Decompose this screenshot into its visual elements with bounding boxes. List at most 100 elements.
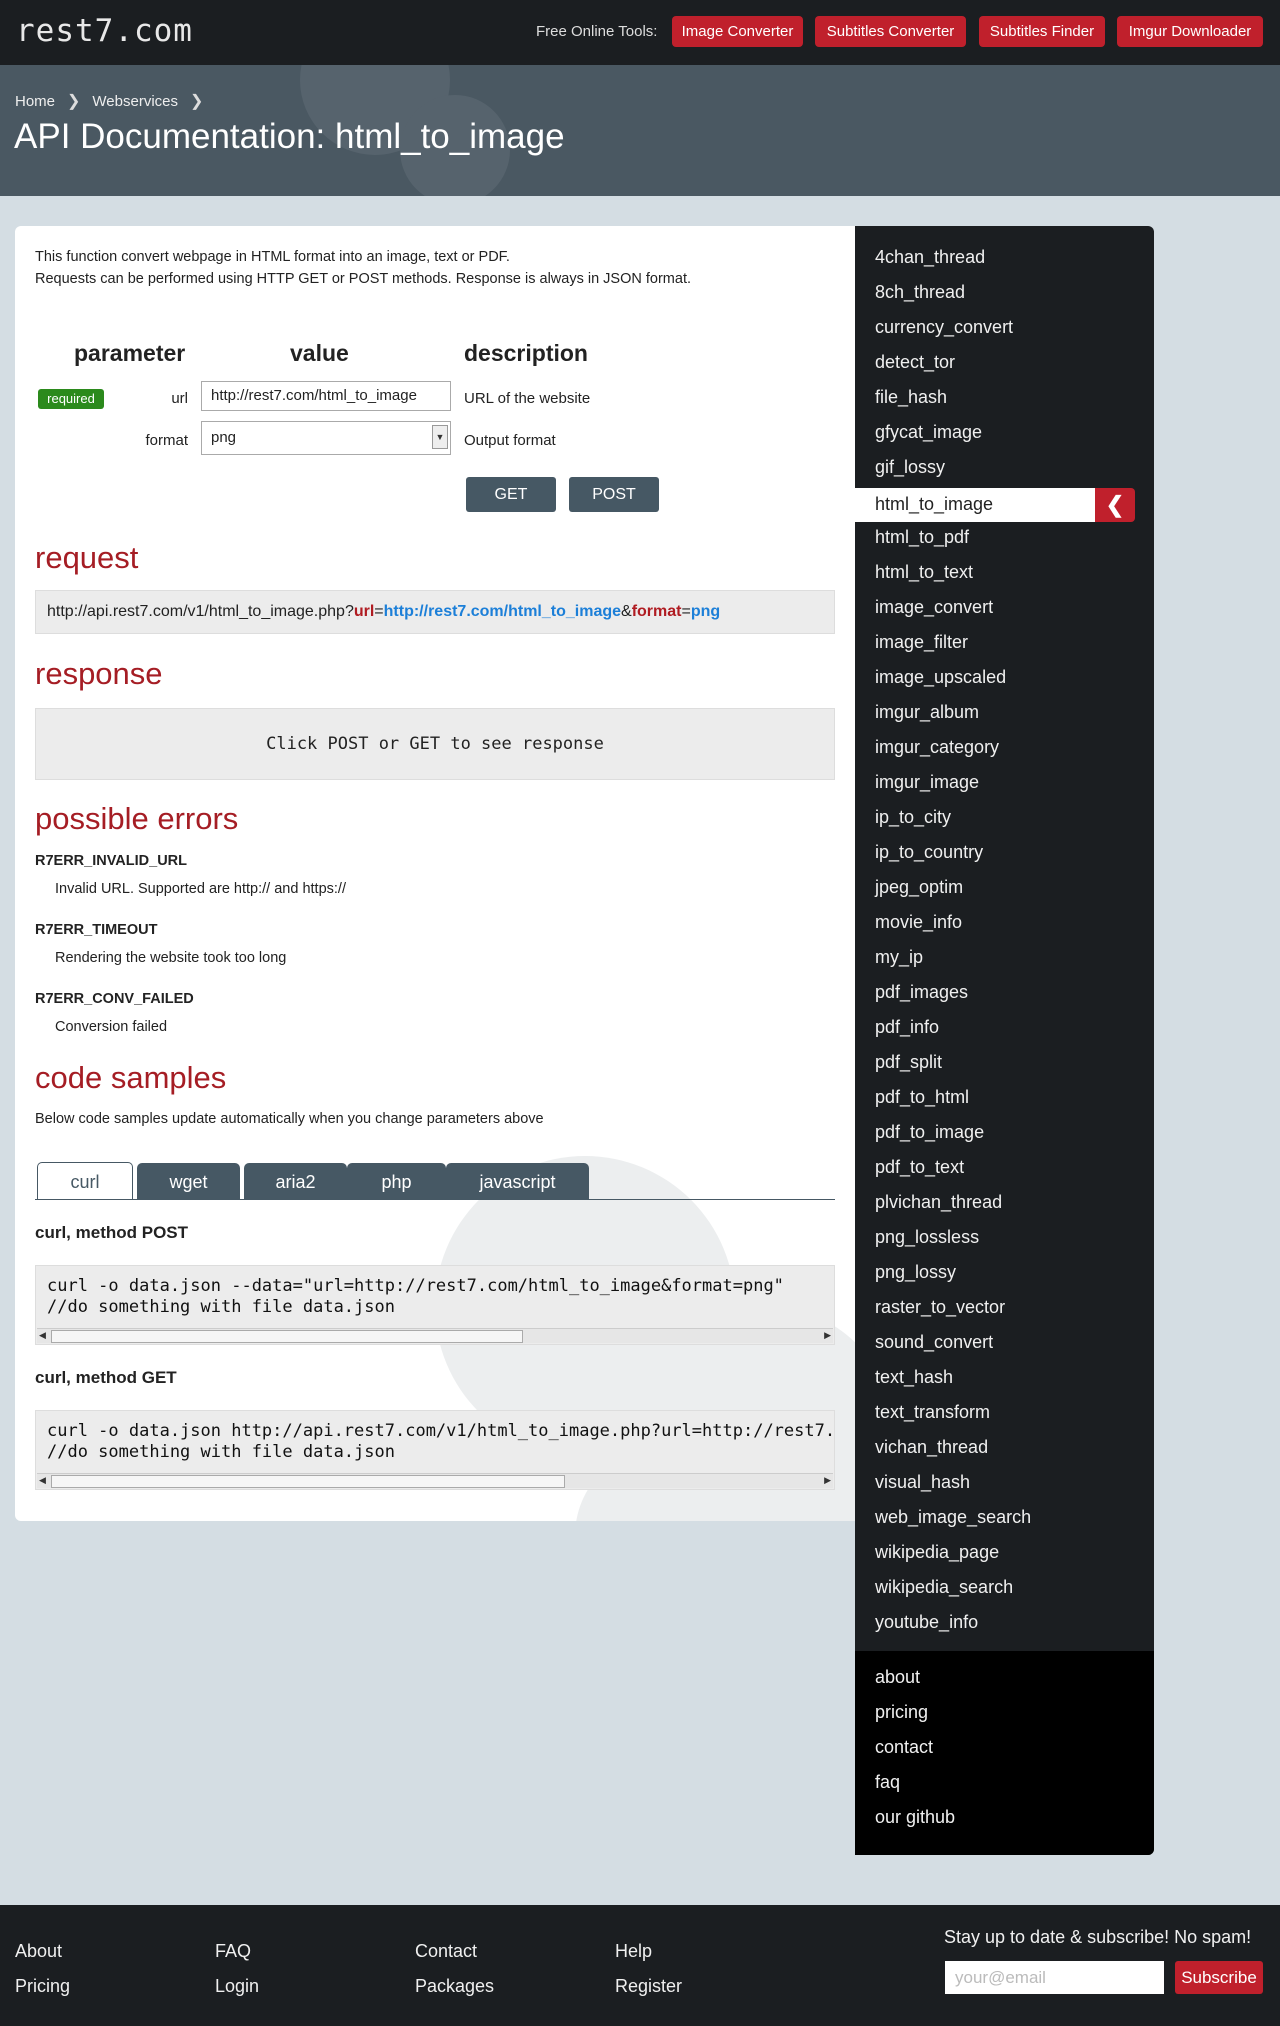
footer-link-about[interactable]: About	[15, 1941, 62, 1962]
sidebar-item-png-lossless[interactable]: png_lossless	[875, 1227, 979, 1248]
image-converter-button[interactable]: Image Converter	[672, 16, 803, 47]
sidebar-item-web-image-search[interactable]: web_image_search	[875, 1507, 1031, 1528]
format-select[interactable]: png ▼	[201, 421, 451, 455]
sidebar-item-vichan-thread[interactable]: vichan_thread	[875, 1437, 988, 1458]
page-header: Home ❯ Webservices ❯ API Documentation: htm…	[0, 65, 1280, 196]
error-code: R7ERR_INVALID_URL	[35, 853, 188, 869]
subtitles-finder-button[interactable]: Subtitles Finder	[979, 16, 1105, 47]
sidebar-item-imgur-category[interactable]: imgur_category	[875, 737, 999, 758]
sidebar-item-currency-convert[interactable]: currency_convert	[875, 317, 1013, 338]
sidebar-item-text-transform[interactable]: text_transform	[875, 1402, 990, 1423]
sidebar-item-detect-tor[interactable]: detect_tor	[875, 352, 955, 373]
tab-wget[interactable]: wget	[137, 1163, 240, 1199]
sidebar-item-visual-hash[interactable]: visual_hash	[875, 1472, 970, 1493]
post-button[interactable]: POST	[569, 477, 659, 512]
imgur-downloader-button[interactable]: Imgur Downloader	[1117, 16, 1263, 47]
sidebar-item-movie-info[interactable]: movie_info	[875, 912, 962, 933]
scroll-left-icon[interactable]: ◀	[39, 1329, 46, 1342]
scroll-right-icon[interactable]: ▶	[824, 1474, 831, 1487]
sidebar-item-pdf-split[interactable]: pdf_split	[875, 1052, 942, 1073]
sidebar-item-ip-to-country[interactable]: ip_to_country	[875, 842, 983, 863]
sidebar-item-imgur-image[interactable]: imgur_image	[875, 772, 979, 793]
subscribe-button[interactable]: Subscribe	[1175, 1961, 1263, 1994]
request-equals: =	[374, 603, 384, 620]
tab-javascript[interactable]: javascript	[446, 1163, 589, 1199]
sidebar-extra-faq[interactable]: faq	[875, 1772, 900, 1793]
sidebar-item-pdf-images[interactable]: pdf_images	[875, 982, 968, 1003]
parameter-header: parameter	[74, 340, 186, 366]
sidebar-item-raster-to-vector[interactable]: raster_to_vector	[875, 1297, 1005, 1318]
footer-link-contact[interactable]: Contact	[415, 1941, 477, 1962]
email-input[interactable]: your@email	[945, 1961, 1164, 1994]
sidebar-extra-pricing[interactable]: pricing	[875, 1702, 928, 1723]
sidebar-item-active[interactable]: html_to_image	[855, 488, 1095, 522]
breadcrumb-home[interactable]: Home	[15, 93, 55, 110]
scroll-left-icon[interactable]: ◀	[39, 1474, 46, 1487]
request-ampersand: &	[621, 603, 632, 620]
dropdown-arrow-icon[interactable]: ▼	[432, 425, 448, 449]
sidebar-item-gfycat-image[interactable]: gfycat_image	[875, 422, 982, 443]
sidebar-item-html-to-text[interactable]: html_to_text	[875, 562, 973, 583]
sidebar-item-file-hash[interactable]: file_hash	[875, 387, 947, 408]
sidebar-item-wikipedia-page[interactable]: wikipedia_page	[875, 1542, 999, 1563]
request-url-box: http://api.rest7.com/v1/html_to_image.ph…	[35, 590, 835, 634]
sidebar-item-text-hash[interactable]: text_hash	[875, 1367, 953, 1388]
sidebar-item-image-upscaled[interactable]: image_upscaled	[875, 667, 1006, 688]
sidebar-item-pdf-to-image[interactable]: pdf_to_image	[875, 1122, 984, 1143]
scroll-right-icon[interactable]: ▶	[824, 1329, 831, 1342]
sidebar-item-gif-lossy[interactable]: gif_lossy	[875, 457, 945, 478]
format-description: Output format	[464, 432, 556, 449]
response-heading: response	[35, 656, 163, 691]
code-line: curl -o data.json http://api.rest7.com/v…	[47, 1421, 835, 1441]
sidebar-item-plvichan-thread[interactable]: plvichan_thread	[875, 1192, 1002, 1213]
get-button[interactable]: GET	[466, 477, 556, 512]
scrollbar-thumb[interactable]	[51, 1330, 523, 1343]
sidebar-item-pdf-to-text[interactable]: pdf_to_text	[875, 1157, 964, 1178]
sidebar-extra-our-github[interactable]: our github	[875, 1807, 955, 1828]
footer-link-help[interactable]: Help	[615, 1941, 652, 1962]
sidebar-item-imgur-album[interactable]: imgur_album	[875, 702, 979, 723]
footer-link-pricing[interactable]: Pricing	[15, 1976, 70, 1997]
sidebar-item-sound-convert[interactable]: sound_convert	[875, 1332, 993, 1353]
url-input[interactable]: http://rest7.com/html_to_image	[201, 381, 451, 411]
sidebar-item-wikipedia-search[interactable]: wikipedia_search	[875, 1577, 1013, 1598]
sidebar-item-youtube-info[interactable]: youtube_info	[875, 1612, 978, 1633]
chevron-left-icon[interactable]: ❮	[1095, 488, 1135, 522]
error-code: R7ERR_TIMEOUT	[35, 922, 158, 938]
sidebar-item-ip-to-city[interactable]: ip_to_city	[875, 807, 951, 828]
sidebar-item-html-to-pdf[interactable]: html_to_pdf	[875, 527, 969, 548]
horizontal-scrollbar[interactable]: ◀ ▶	[37, 1473, 833, 1488]
code-line: //do something with file data.json	[47, 1297, 395, 1317]
sidebar-item-pdf-to-html[interactable]: pdf_to_html	[875, 1087, 969, 1108]
sidebar-item-png-lossy[interactable]: png_lossy	[875, 1262, 956, 1283]
breadcrumb-webservices[interactable]: Webservices	[92, 93, 178, 110]
sidebar-item-my-ip[interactable]: my_ip	[875, 947, 923, 968]
sidebar-item-4chan-thread[interactable]: 4chan_thread	[875, 247, 985, 268]
site-logo[interactable]: rest7.com	[16, 13, 193, 49]
horizontal-scrollbar[interactable]: ◀ ▶	[37, 1328, 833, 1343]
footer-link-packages[interactable]: Packages	[415, 1976, 494, 1997]
sidebar-item-image-convert[interactable]: image_convert	[875, 597, 993, 618]
sidebar-extra-about[interactable]: about	[875, 1667, 920, 1688]
footer-link-faq[interactable]: FAQ	[215, 1941, 251, 1962]
code-block-post[interactable]: curl -o data.json --data="url=http://res…	[35, 1265, 835, 1345]
sidebar-item-pdf-info[interactable]: pdf_info	[875, 1017, 939, 1038]
code-text: curl -o data.json --data="url=http://res…	[47, 1276, 784, 1318]
subscribe-text: Stay up to date & subscribe! No spam!	[944, 1927, 1252, 1947]
sidebar-item-8ch-thread[interactable]: 8ch_thread	[875, 282, 965, 303]
tab-aria2[interactable]: aria2	[244, 1163, 347, 1199]
format-selected-value: png	[211, 429, 237, 446]
subtitles-converter-button[interactable]: Subtitles Converter	[815, 16, 966, 47]
top-bar: rest7.com Free Online Tools: Image Conve…	[0, 0, 1280, 65]
footer-link-login[interactable]: Login	[215, 1976, 259, 1997]
sidebar-item-jpeg-optim[interactable]: jpeg_optim	[875, 877, 963, 898]
footer-link-register[interactable]: Register	[615, 1976, 682, 1997]
intro-text: This function convert webpage in HTML fo…	[35, 246, 691, 290]
scrollbar-thumb[interactable]	[51, 1475, 565, 1488]
sidebar-extra-contact[interactable]: contact	[875, 1737, 933, 1758]
code-samples-note: Below code samples update automatically …	[35, 1111, 544, 1127]
tab-curl[interactable]: curl	[37, 1162, 133, 1200]
code-block-get[interactable]: curl -o data.json http://api.rest7.com/v…	[35, 1410, 835, 1490]
tab-php[interactable]: php	[347, 1163, 446, 1199]
sidebar-item-image-filter[interactable]: image_filter	[875, 632, 968, 653]
